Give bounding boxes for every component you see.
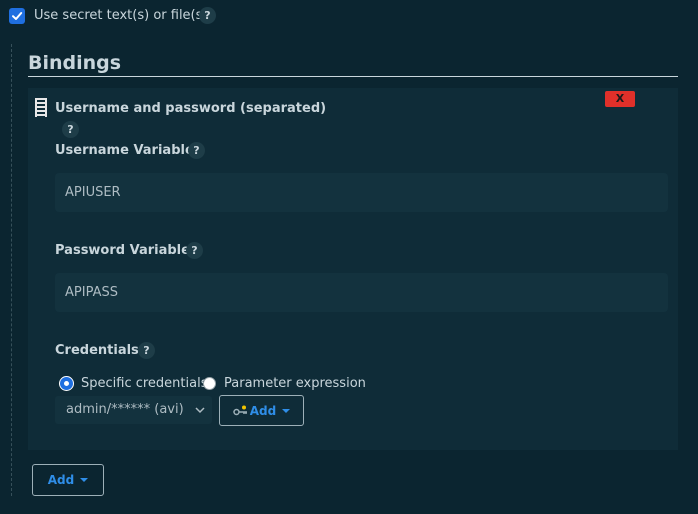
specific-credentials-radio[interactable] xyxy=(60,377,73,390)
password-variable-label: Password Variable xyxy=(55,243,190,258)
delete-binding-button[interactable]: X xyxy=(605,91,635,107)
username-variable-help-icon[interactable]: ? xyxy=(188,142,205,159)
credentials-help-icon[interactable]: ? xyxy=(138,342,155,359)
bindings-title: Bindings xyxy=(28,52,122,74)
binding-type-help-icon[interactable]: ? xyxy=(62,121,79,138)
caret-down-icon xyxy=(80,478,89,482)
add-credentials-button[interactable]: Add xyxy=(219,395,304,426)
check-icon xyxy=(12,12,23,20)
specific-credentials-label[interactable]: Specific credentials xyxy=(81,375,207,393)
bindings-divider xyxy=(28,76,678,77)
credentials-selected-value: admin/****** (avi) xyxy=(66,402,184,417)
key-icon xyxy=(233,405,247,415)
caret-down-icon xyxy=(282,408,291,413)
use-secret-help-icon[interactable]: ? xyxy=(199,7,216,24)
credentials-label: Credentials xyxy=(55,343,139,358)
credentials-select[interactable]: admin/****** (avi) xyxy=(55,396,212,424)
username-variable-input[interactable] xyxy=(55,173,668,212)
use-secret-label: Use secret text(s) or file(s) xyxy=(34,8,208,23)
password-variable-help-icon[interactable]: ? xyxy=(186,242,203,259)
binding-type-heading: Username and password (separated) xyxy=(55,101,327,116)
chevron-down-icon xyxy=(195,396,205,435)
password-variable-input[interactable] xyxy=(55,273,668,312)
username-variable-label: Username Variable xyxy=(55,143,194,158)
use-secret-checkbox[interactable] xyxy=(9,8,25,24)
add-binding-button[interactable]: Add xyxy=(32,464,104,496)
add-credentials-label: Add xyxy=(249,403,277,418)
outer-dashed-guide xyxy=(11,44,12,496)
parameter-expression-radio[interactable] xyxy=(203,377,216,390)
parameter-expression-label[interactable]: Parameter expression xyxy=(224,375,366,393)
add-binding-label: Add xyxy=(47,473,75,487)
drag-handle-icon[interactable] xyxy=(35,98,47,117)
